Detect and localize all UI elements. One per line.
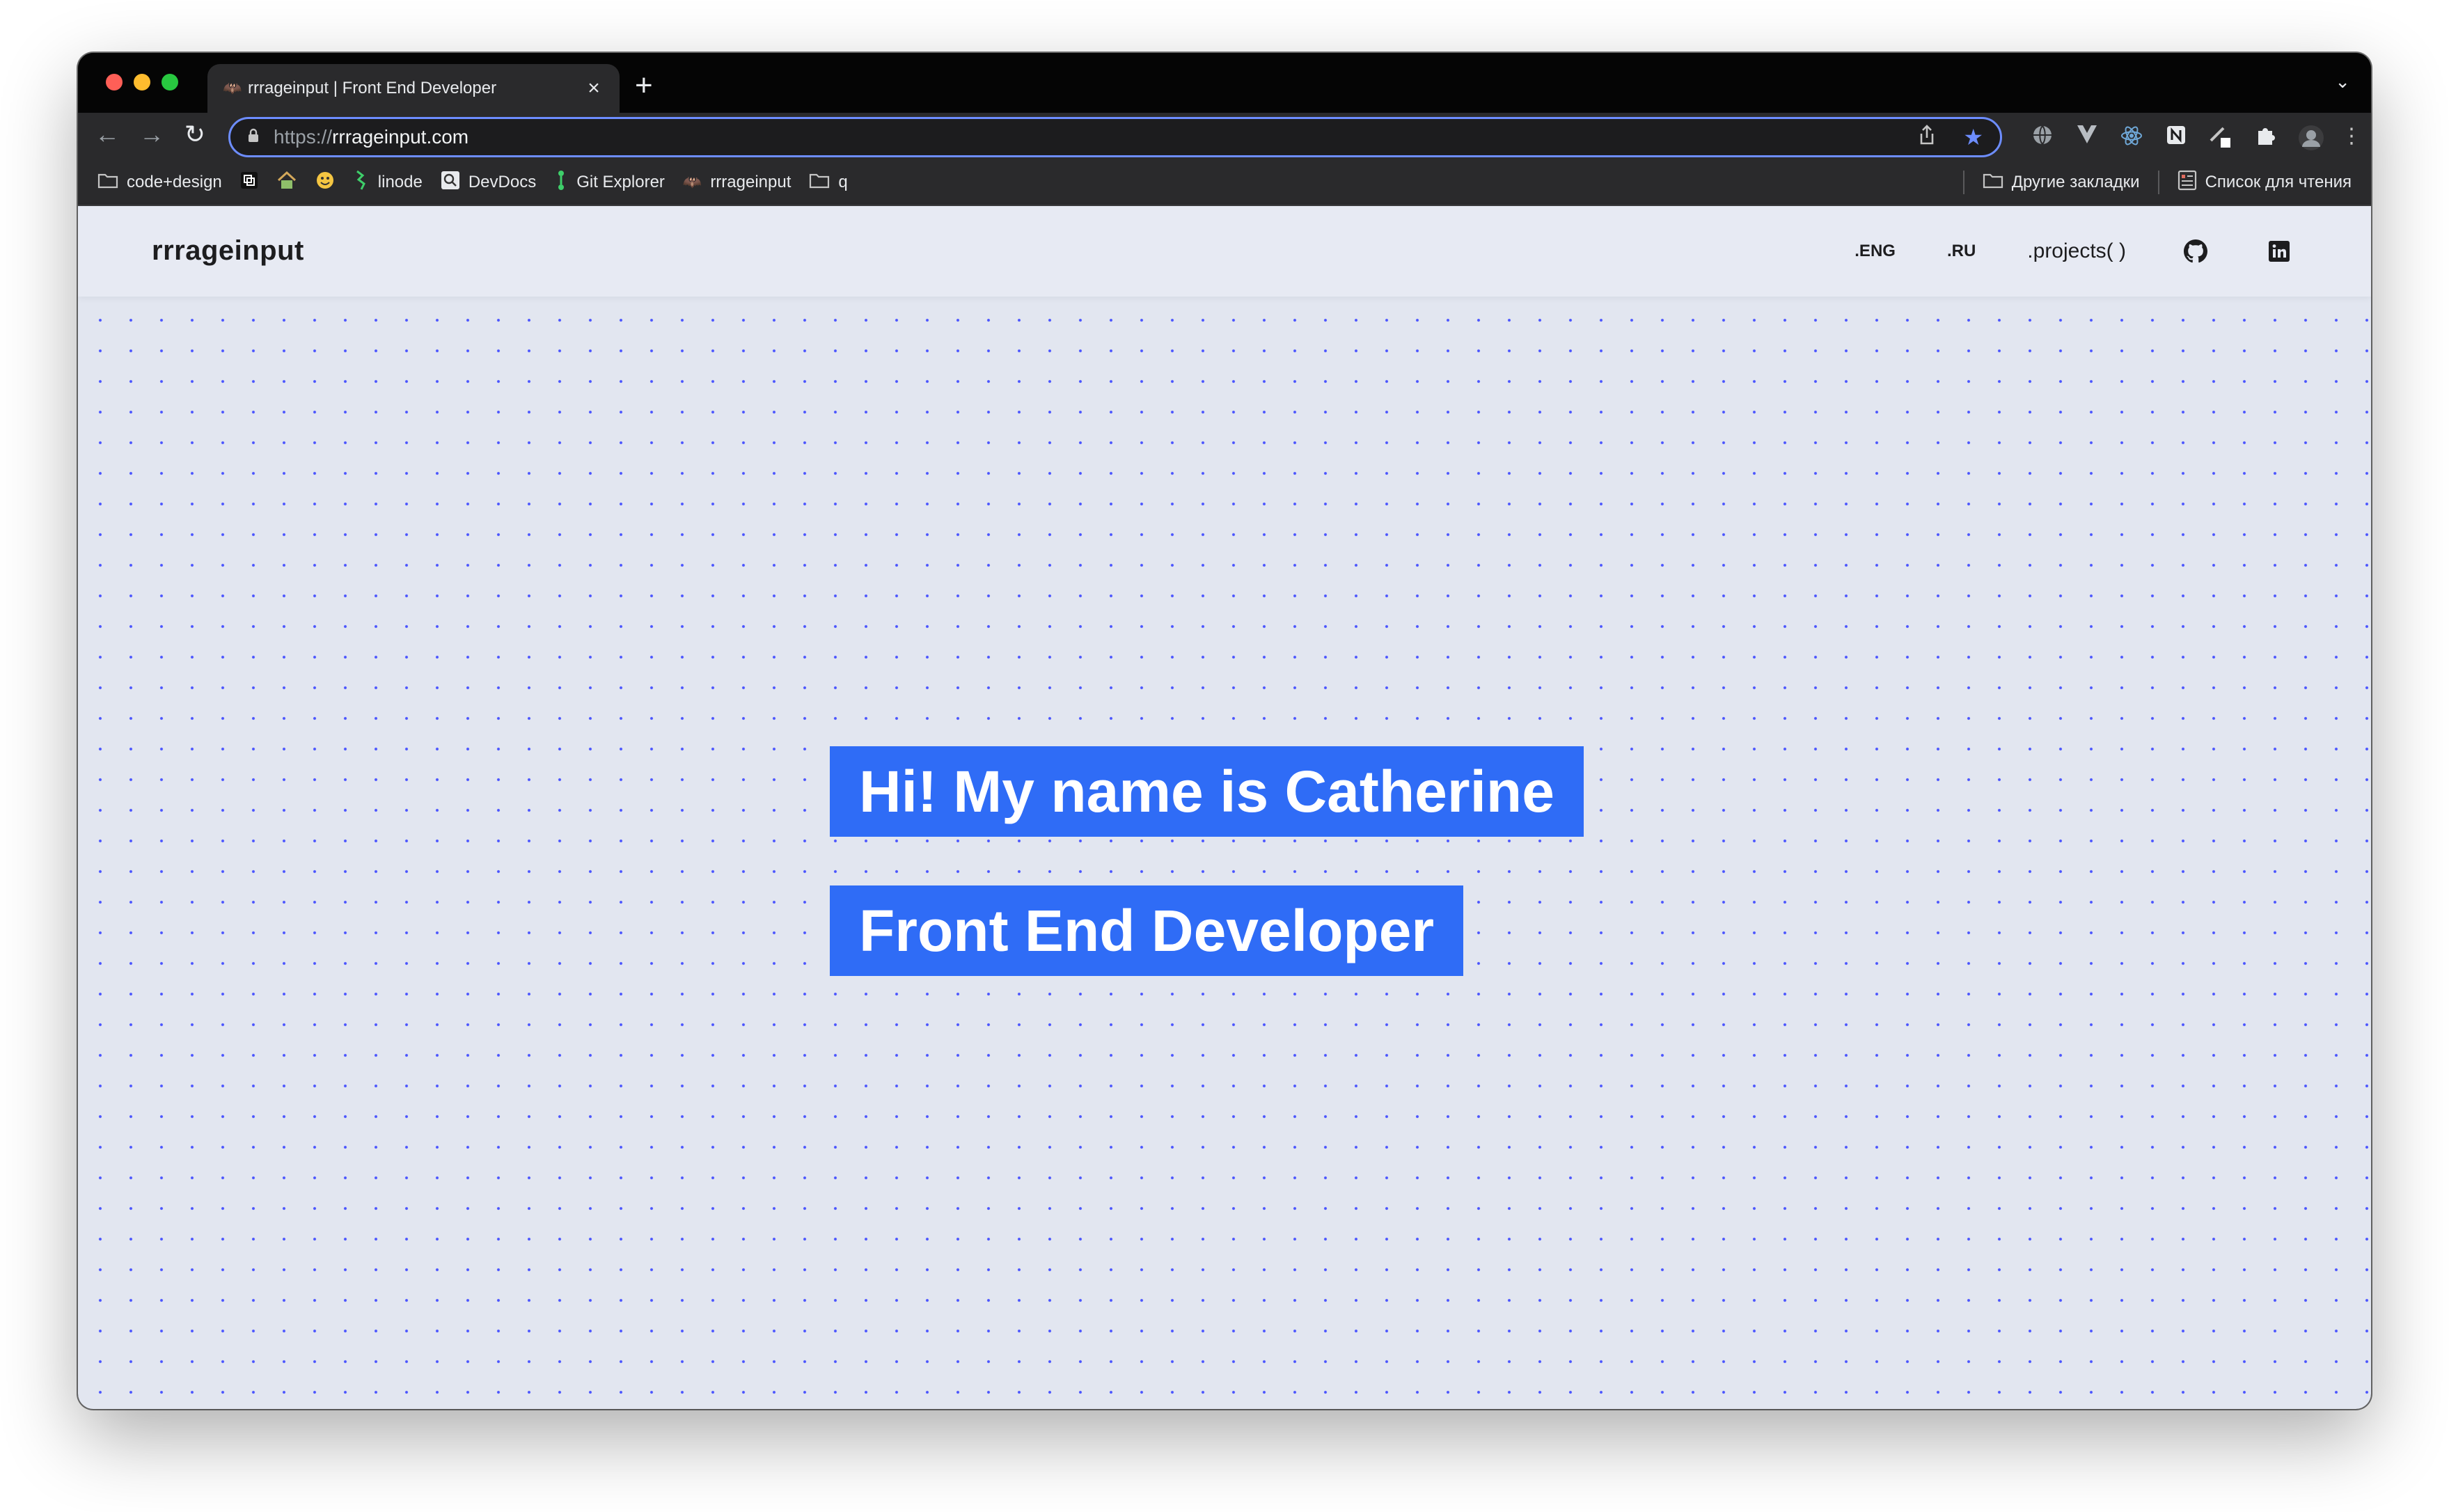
hero-greeting: Hi! My name is Catherine bbox=[830, 746, 1584, 837]
emoji-icon bbox=[315, 171, 335, 195]
browser-window: 🦇 rrrageinput | Front End Developer × + … bbox=[78, 53, 2371, 1409]
bookmark-git-explorer[interactable]: Git Explorer bbox=[554, 169, 665, 196]
folder-icon bbox=[97, 172, 118, 194]
nav-link-eng[interactable]: .ENG bbox=[1855, 242, 1896, 261]
new-tab-button[interactable]: + bbox=[635, 68, 653, 103]
url-scheme: https:// bbox=[274, 126, 333, 148]
linkedin-icon[interactable] bbox=[2265, 237, 2293, 265]
git-explorer-icon bbox=[554, 169, 568, 196]
folder-icon bbox=[1983, 172, 2003, 194]
menu-kebab-icon[interactable]: ⋮ bbox=[2339, 124, 2364, 149]
site-nav: .ENG .RU .projects( ) bbox=[1803, 234, 2293, 269]
close-tab-icon[interactable]: × bbox=[583, 77, 604, 100]
maximize-window-button[interactable] bbox=[162, 74, 178, 90]
hero-role: Front End Developer bbox=[830, 885, 1464, 976]
reload-button[interactable]: ↻ bbox=[180, 120, 210, 149]
bookmark-label: linode bbox=[377, 173, 423, 191]
tab-search-chevron-icon[interactable]: ⌄ bbox=[2335, 71, 2350, 93]
house-icon bbox=[276, 171, 297, 195]
other-bookmarks-folder[interactable]: Другие закладки bbox=[1983, 172, 2140, 194]
other-bookmarks-label: Другие закладки bbox=[2011, 173, 2140, 191]
nav-link-projects[interactable]: .projects( ) bbox=[2027, 239, 2126, 263]
bookmark-folder-code-design[interactable]: code+design bbox=[97, 172, 222, 194]
bookmark-house[interactable] bbox=[276, 171, 297, 195]
bookmark-devdocs[interactable]: DevDocs bbox=[441, 171, 536, 195]
folder-icon bbox=[809, 172, 830, 194]
active-tab[interactable]: 🦇 rrrageinput | Front End Developer × bbox=[207, 64, 620, 113]
close-window-button[interactable] bbox=[106, 74, 123, 90]
puzzle-extensions-icon[interactable] bbox=[2253, 124, 2278, 149]
site-header: rrrageinput .ENG .RU .projects( ) bbox=[78, 206, 2371, 297]
tab-title: rrrageinput | Front End Developer bbox=[248, 79, 497, 97]
site-logo[interactable]: rrrageinput bbox=[152, 235, 304, 267]
bookmark-linode[interactable]: linode bbox=[353, 170, 423, 196]
react-devtools-icon[interactable] bbox=[2119, 124, 2144, 149]
bookmark-rrrageinput[interactable]: 🦇 rrrageinput bbox=[683, 173, 791, 192]
bookmark-label: DevDocs bbox=[468, 173, 537, 191]
linode-icon bbox=[353, 170, 370, 196]
bookmarks-divider bbox=[1962, 171, 1964, 194]
bookmarks-bar: code+design linode DevDocs Git Explorer … bbox=[78, 160, 2371, 206]
bat-icon: 🦇 bbox=[682, 173, 702, 191]
bookmark-folder-q[interactable]: q bbox=[809, 172, 848, 194]
app-icon bbox=[240, 171, 258, 194]
lock-icon[interactable] bbox=[247, 128, 261, 147]
address-bar[interactable]: https:// rrrageinput.com ★ bbox=[228, 117, 2002, 157]
bookmarks-divider bbox=[2157, 171, 2159, 194]
forward-button[interactable]: → bbox=[136, 120, 167, 149]
browser-toolbar: ← → ↻ https:// rrrageinput.com ★ ⋮ bbox=[78, 113, 2371, 160]
bookmark-emoji[interactable] bbox=[315, 171, 335, 195]
bookmark-label: rrrageinput bbox=[710, 173, 792, 191]
back-button[interactable]: ← bbox=[92, 120, 123, 149]
url-host: rrrageinput.com bbox=[332, 126, 469, 148]
devdocs-icon bbox=[441, 171, 460, 195]
reading-list-label: Список для чтения bbox=[2205, 173, 2352, 191]
reading-list-icon bbox=[2178, 170, 2197, 196]
reading-list-button[interactable]: Список для чтения bbox=[2178, 170, 2352, 196]
github-icon[interactable] bbox=[2182, 237, 2210, 265]
tab-strip: 🦇 rrrageinput | Front End Developer × + … bbox=[78, 53, 2371, 113]
pen-extension-icon[interactable] bbox=[2208, 124, 2233, 149]
profile-avatar[interactable] bbox=[2297, 124, 2324, 150]
bat-icon: 🦇 bbox=[223, 79, 242, 97]
notion-extension-icon[interactable] bbox=[2164, 124, 2189, 149]
web-page: rrrageinput .ENG .RU .projects( ) Hi! My… bbox=[78, 206, 2371, 1409]
bookmark-star-icon[interactable]: ★ bbox=[1963, 124, 1983, 150]
vue-devtools-icon[interactable] bbox=[2074, 124, 2100, 149]
nav-link-ru[interactable]: .RU bbox=[1947, 242, 1976, 261]
bookmark-label: q bbox=[838, 173, 848, 191]
bookmark-app[interactable] bbox=[240, 171, 258, 194]
share-icon[interactable] bbox=[1919, 124, 1935, 150]
globe-extension-icon[interactable] bbox=[2030, 124, 2055, 149]
bookmark-label: Git Explorer bbox=[576, 173, 665, 191]
bookmark-label: code+design bbox=[127, 173, 222, 191]
minimize-window-button[interactable] bbox=[134, 74, 150, 90]
